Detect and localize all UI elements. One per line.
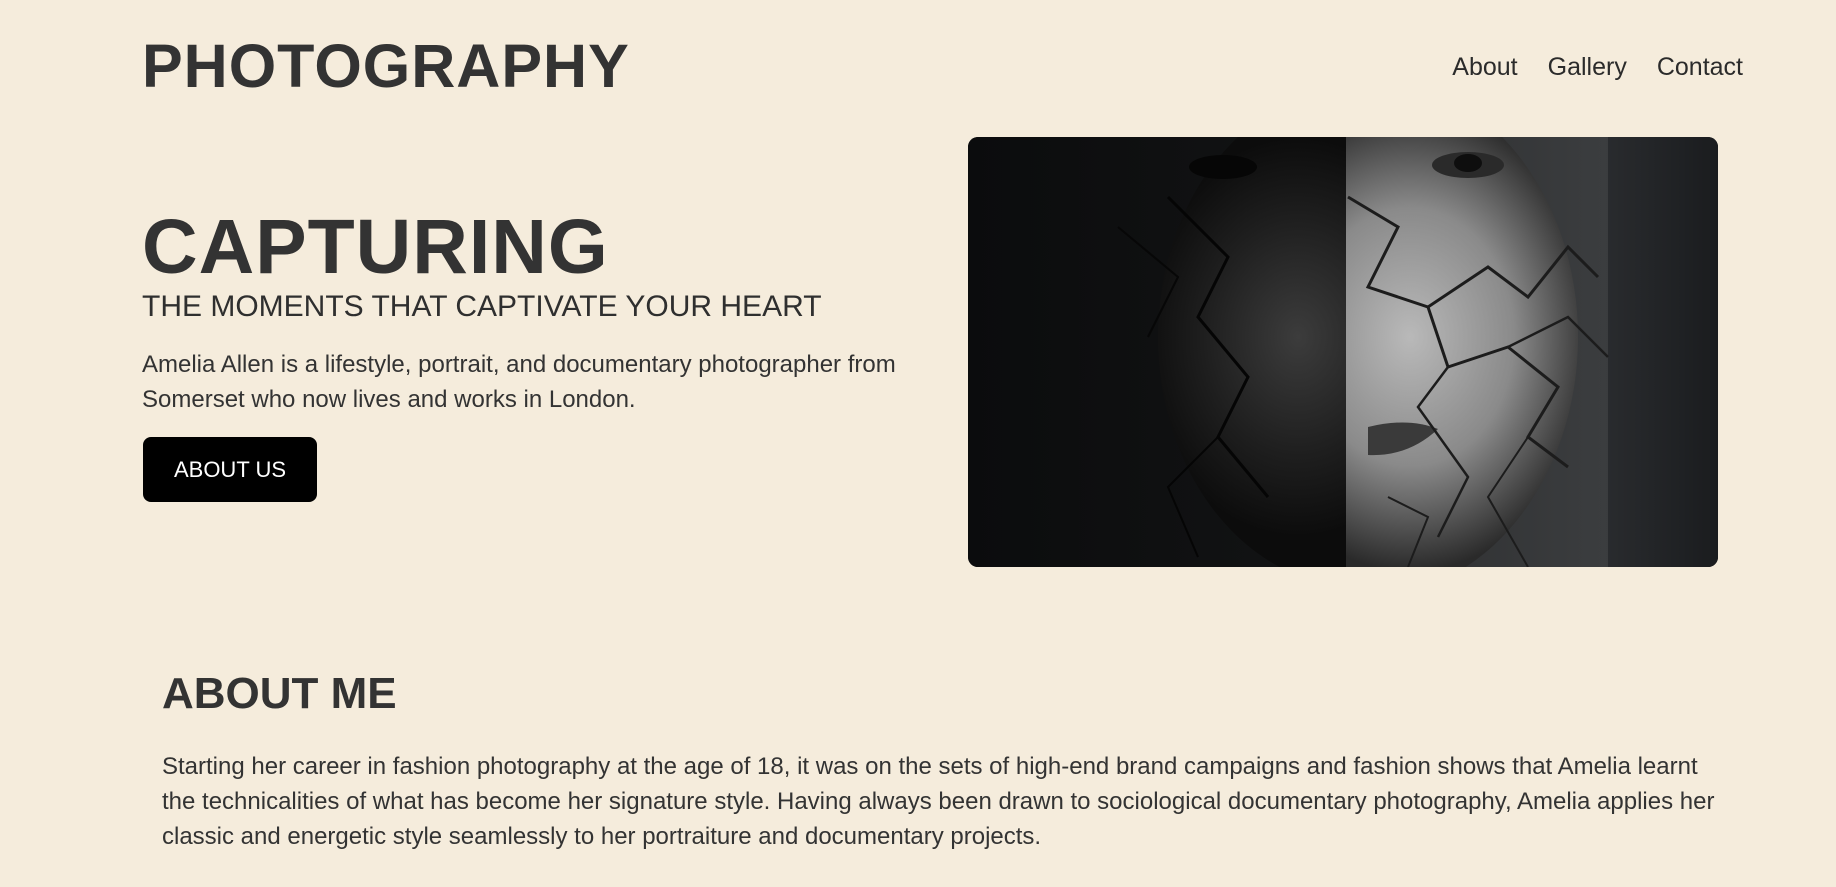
portrait-illustration — [968, 137, 1718, 567]
hero-description: Amelia Allen is a lifestyle, portrait, a… — [142, 351, 896, 413]
site-header: PHOTOGRAPHY About Gallery Contact — [0, 0, 1836, 120]
nav-contact[interactable]: Contact — [1657, 50, 1743, 84]
site-logo[interactable]: PHOTOGRAPHY — [142, 30, 630, 102]
hero-title: CAPTURING — [142, 204, 609, 290]
main-nav: About Gallery Contact — [1452, 50, 1743, 84]
nav-about[interactable]: About — [1452, 50, 1517, 84]
about-text: Starting her career in fashion photograp… — [162, 753, 1715, 850]
about-heading: ABOUT ME — [162, 669, 397, 718]
about-section: ABOUT ME Starting her career in fashion … — [0, 650, 1836, 887]
about-us-button[interactable]: ABOUT US — [143, 437, 317, 502]
hero-section: CAPTURING THE MOMENTS THAT CAPTIVATE YOU… — [0, 130, 1836, 580]
hero-subtitle: THE MOMENTS THAT CAPTIVATE YOUR HEART — [142, 290, 822, 323]
nav-gallery[interactable]: Gallery — [1548, 50, 1627, 84]
hero-portrait-image — [968, 137, 1718, 567]
